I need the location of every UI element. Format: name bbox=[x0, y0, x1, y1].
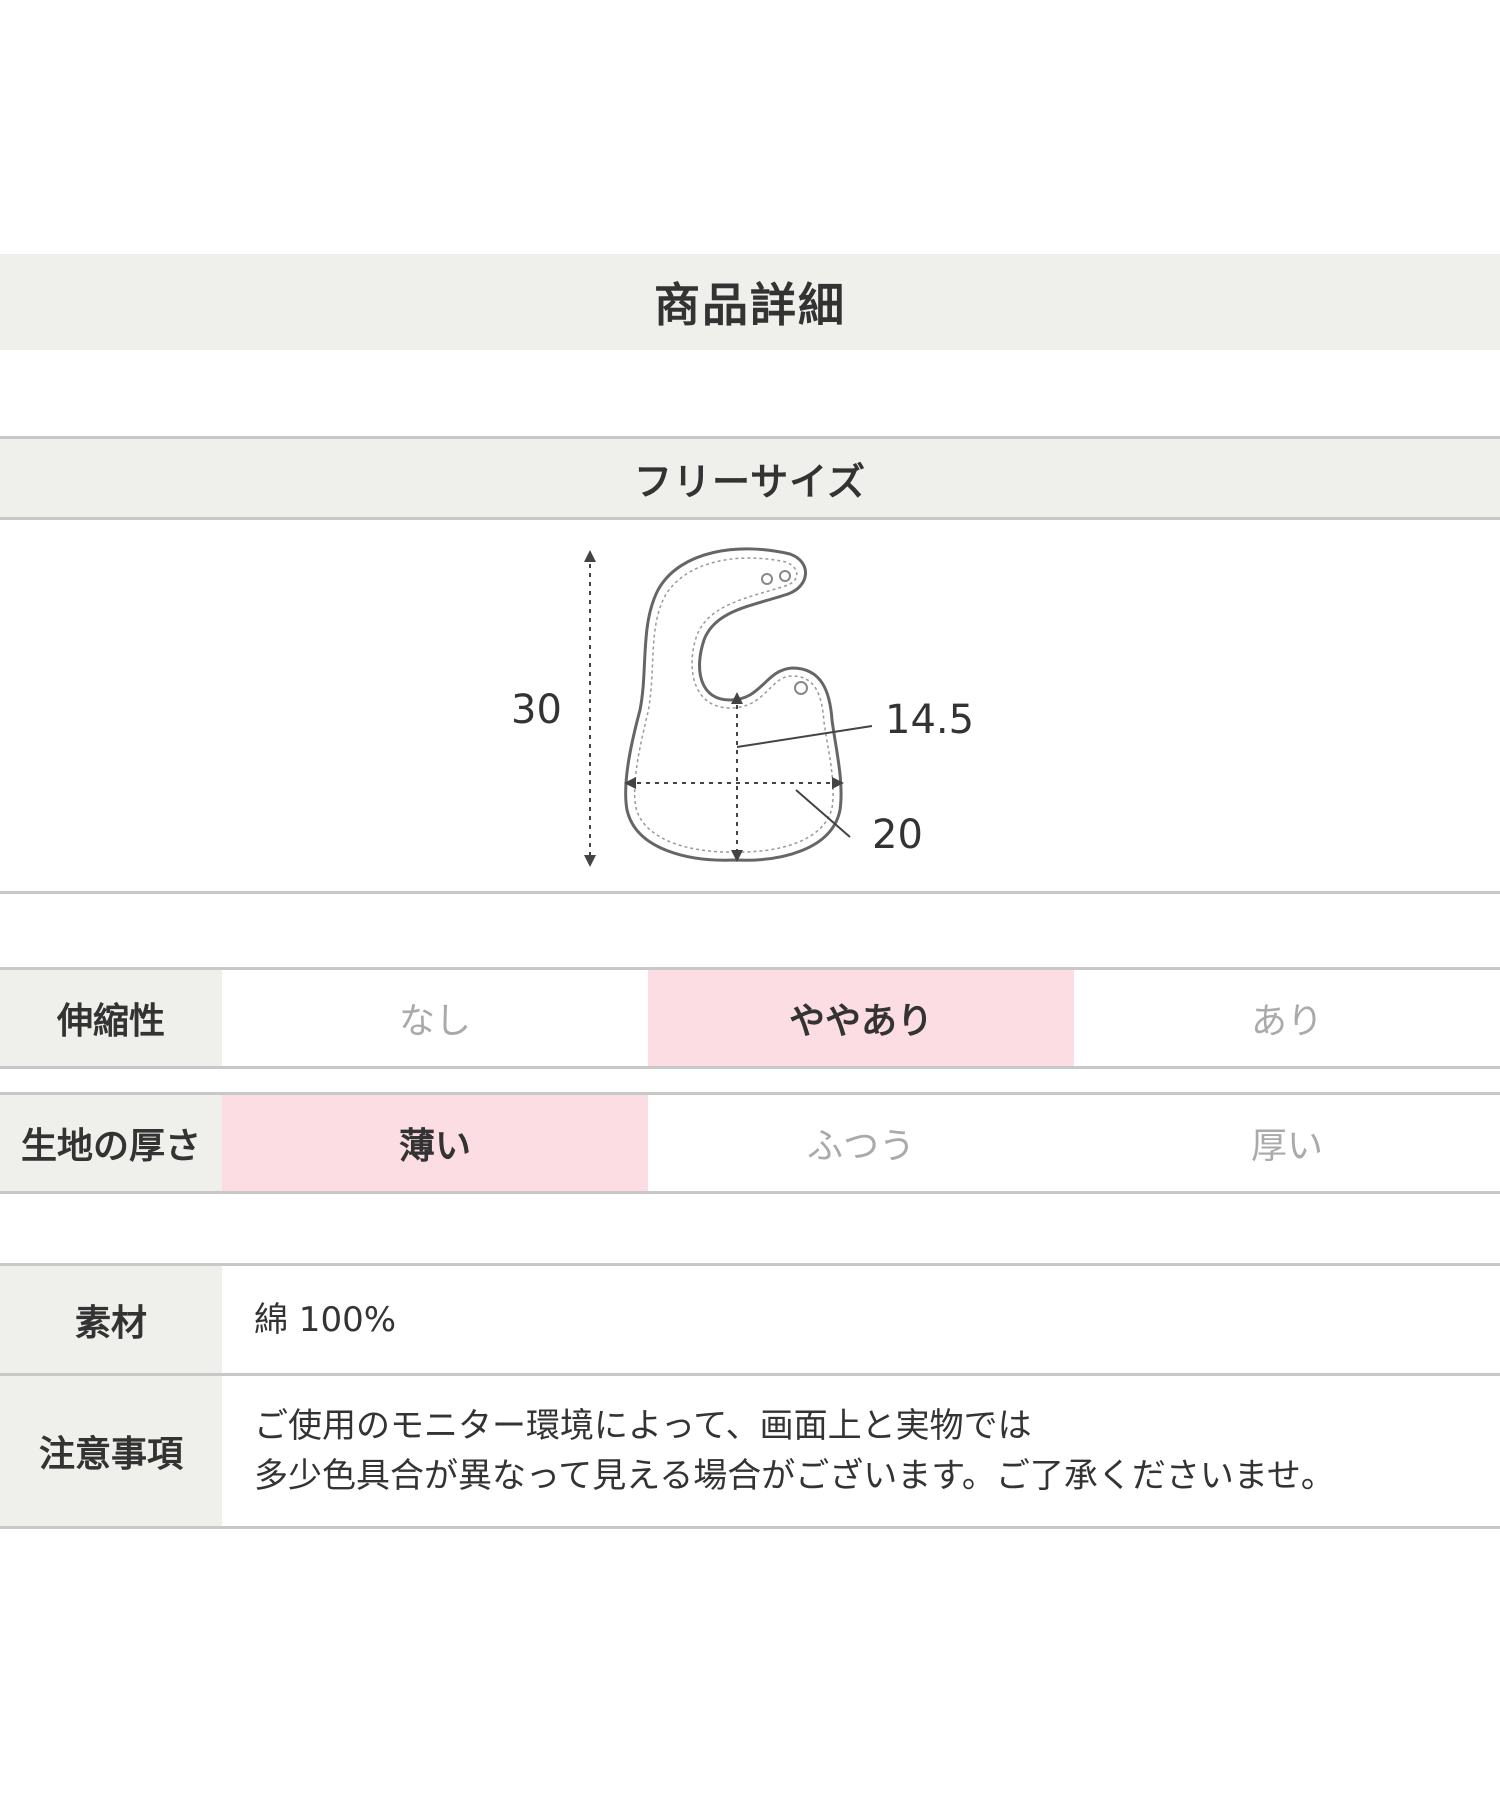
width-value: 20 bbox=[872, 812, 923, 858]
bib-illustration bbox=[584, 547, 873, 867]
section-title: 商品詳細 bbox=[654, 278, 846, 332]
size-label: フリーサイズ bbox=[633, 459, 867, 504]
arrow-head bbox=[584, 550, 596, 562]
notes-value: ご使用のモニター環境によって、画面上と実物では 多少色具合が異なって見える場合が… bbox=[222, 1376, 1500, 1526]
notes-line: 多少色具合が異なって見える場合がございます。ご了承くださいませ。 bbox=[254, 1456, 1335, 1496]
thickness-label: 生地の厚さ bbox=[0, 1095, 222, 1191]
notes-label: 注意事項 bbox=[0, 1376, 222, 1526]
material-label: 素材 bbox=[0, 1266, 222, 1373]
stretch-option-none: なし bbox=[398, 1001, 471, 1042]
product-info-table: 素材 綿 100% 注意事項 ご使用のモニター環境によって、画面上と実物では 多… bbox=[0, 1263, 1500, 1529]
notes-line: ご使用のモニター環境によって、画面上と実物では bbox=[254, 1406, 1032, 1446]
section-title-band: 商品詳細 bbox=[0, 254, 1500, 350]
material-text: 綿 100% bbox=[254, 1299, 397, 1340]
arrow-head bbox=[584, 855, 596, 867]
thickness-option-thick: 厚い bbox=[1250, 1126, 1323, 1167]
length-value: 30 bbox=[511, 687, 562, 733]
stretch-option-slight: ややあり bbox=[648, 970, 1074, 1066]
bib-outline bbox=[624, 547, 843, 862]
thickness-scale: 生地の厚さ 薄い ふつう 厚い bbox=[0, 1092, 1500, 1194]
thickness-option-normal: ふつう bbox=[806, 1126, 915, 1167]
neck-value: 14.5 bbox=[885, 697, 975, 743]
stretch-option-yes: あり bbox=[1250, 1001, 1323, 1042]
stretch-label: 伸縮性 bbox=[0, 970, 222, 1066]
stretch-scale: 伸縮性 なし ややあり あり bbox=[0, 967, 1500, 1069]
notes-row: 注意事項 ご使用のモニター環境によって、画面上と実物では 多少色具合が異なって見… bbox=[0, 1373, 1500, 1526]
bib-size-diagram: 30 14.5 20 bbox=[0, 520, 1500, 894]
thickness-option-thin: 薄い bbox=[222, 1095, 648, 1191]
material-value: 綿 100% bbox=[222, 1266, 1500, 1373]
size-header: フリーサイズ bbox=[0, 436, 1500, 520]
material-row: 素材 綿 100% bbox=[0, 1266, 1500, 1373]
